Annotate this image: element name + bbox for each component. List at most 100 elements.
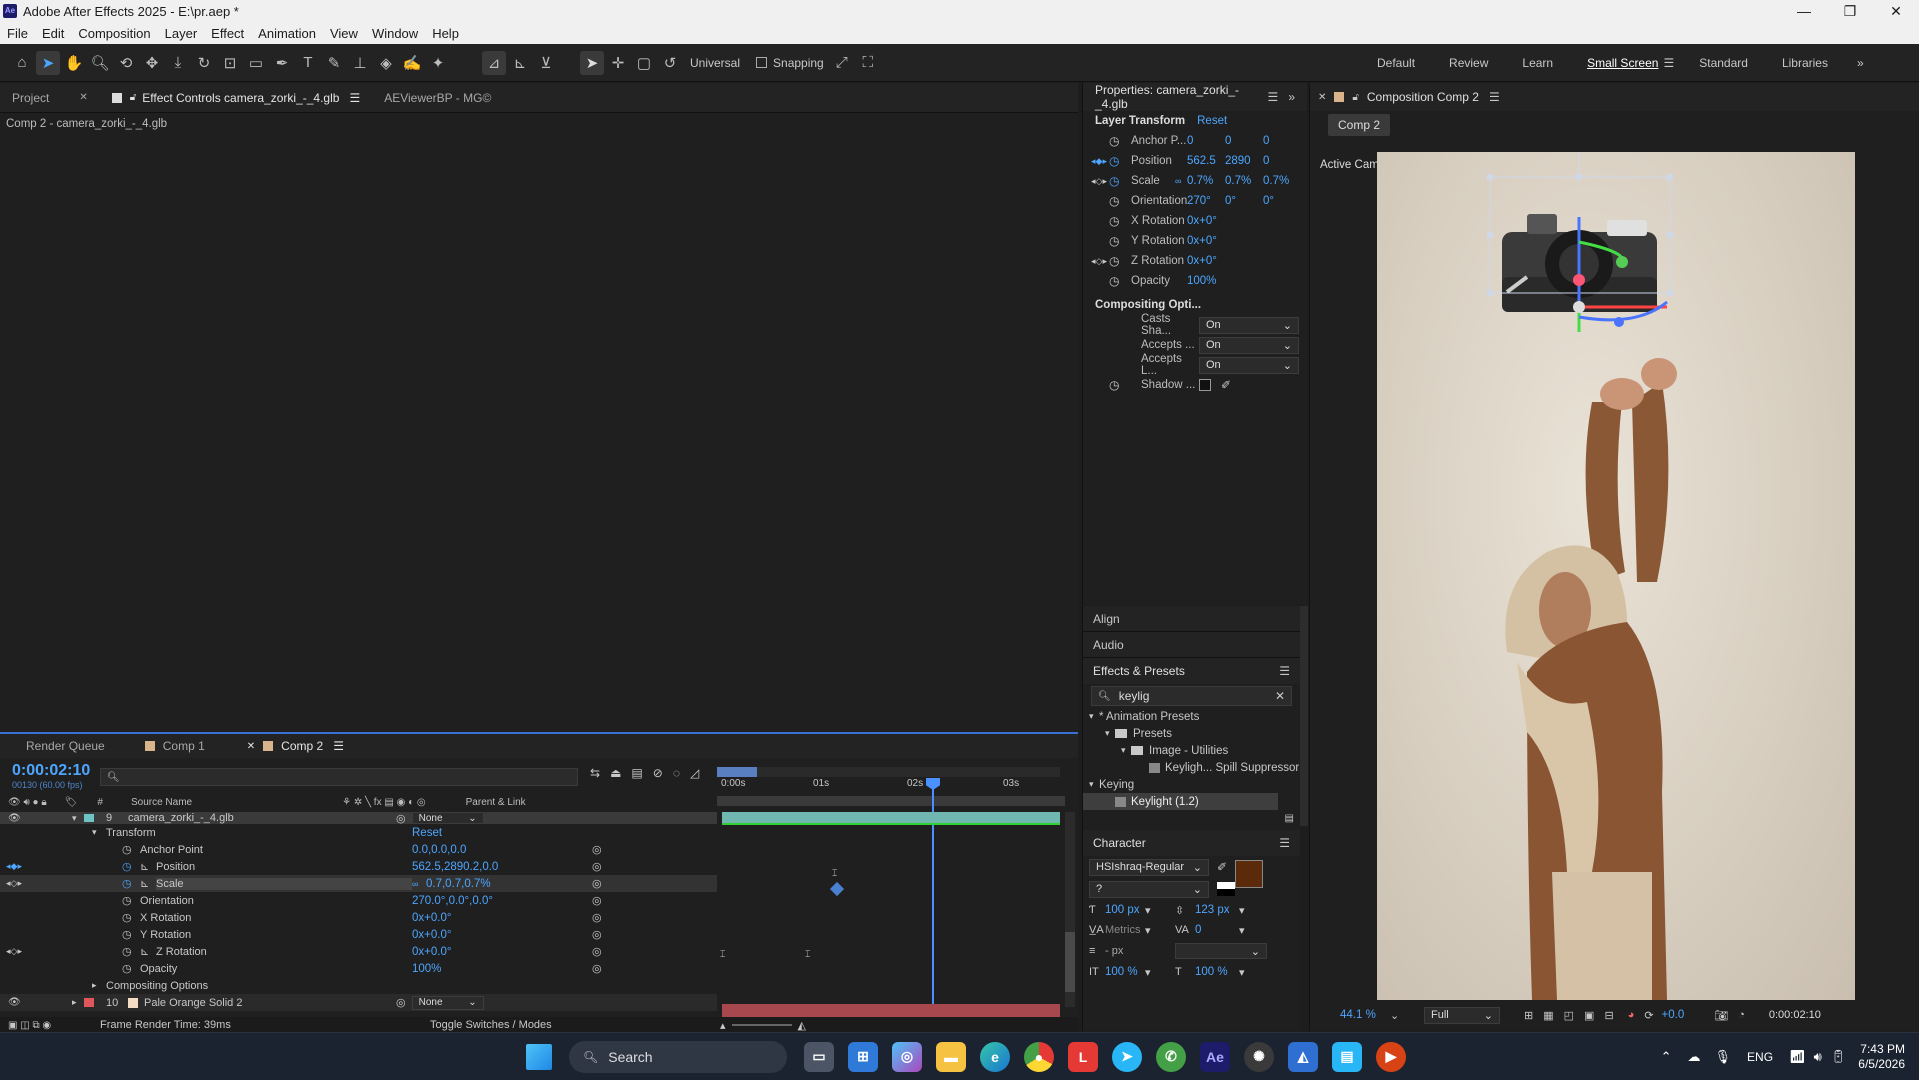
- tree-item[interactable]: ▾ * Animation Presets: [1083, 708, 1300, 725]
- shadow-color-swatch[interactable]: [1199, 379, 1211, 391]
- stopwatch-icon[interactable]: ◷: [1109, 154, 1131, 168]
- font-size-value[interactable]: 100 px: [1105, 904, 1145, 916]
- region-of-interest-icon[interactable]: ⊞: [1524, 1009, 1533, 1022]
- tl-prop-value[interactable]: 0x+0.0°: [412, 912, 592, 924]
- pickwhip-icon[interactable]: ◎: [592, 911, 602, 924]
- font-style-select[interactable]: ? ⌄: [1089, 880, 1209, 898]
- prop-value[interactable]: 270°: [1187, 195, 1225, 207]
- type-tool-icon[interactable]: T: [296, 51, 320, 75]
- tl-prop-value[interactable]: 0x+0.0°: [412, 946, 592, 958]
- language-indicator[interactable]: ENG: [1747, 1050, 1773, 1064]
- wifi-icon[interactable]: 📶︎: [1789, 1049, 1806, 1065]
- accepts-shadows-select[interactable]: On ⌄: [1199, 336, 1299, 354]
- work-area-bar[interactable]: [717, 767, 1060, 777]
- snapping-checkbox[interactable]: [756, 57, 768, 68]
- prop-value[interactable]: 0x+0°: [1187, 215, 1217, 227]
- menu-help[interactable]: Help: [425, 26, 466, 41]
- motion-blur-icon[interactable]: ◌: [673, 766, 680, 780]
- shy-layers-icon[interactable]: ▤: [631, 766, 642, 780]
- stopwatch-icon[interactable]: ◷: [122, 962, 140, 975]
- menu-effect[interactable]: Effect: [204, 26, 251, 41]
- tree-item[interactable]: ▾ Presets: [1083, 725, 1300, 742]
- zoom-out-icon[interactable]: ▴: [720, 1019, 726, 1032]
- eye-icon[interactable]: 👁︎: [8, 813, 72, 824]
- volume-icon[interactable]: 🔊︎: [1814, 1049, 1822, 1065]
- comp-2-tab[interactable]: Comp 2: [1328, 114, 1391, 136]
- tab-comp-2[interactable]: ✕ Comp 2 ☰: [217, 734, 356, 758]
- pan-behind-icon[interactable]: ⊡: [218, 51, 242, 75]
- label-color-icon[interactable]: [84, 998, 94, 1007]
- workspace-overflow-icon[interactable]: »: [1857, 56, 1864, 70]
- hand-tool-icon[interactable]: ✋: [62, 51, 86, 75]
- align-panel-header[interactable]: Align: [1083, 606, 1300, 632]
- stopwatch-icon[interactable]: ◷: [122, 911, 140, 924]
- scale-icon[interactable]: ▢: [632, 51, 656, 75]
- panel-overflow-icon[interactable]: »: [1288, 90, 1295, 104]
- transform-group-row[interactable]: ▾ Transform Reset: [0, 824, 717, 841]
- graph-editor-icon[interactable]: ◿: [690, 766, 699, 780]
- after-effects-taskbar-icon[interactable]: Ae: [1200, 1041, 1230, 1072]
- pen-tool-icon[interactable]: ✒: [270, 51, 294, 75]
- prop-value[interactable]: 0x+0°: [1187, 255, 1217, 267]
- stroke-width-value[interactable]: - px: [1105, 945, 1175, 957]
- tl-prop-value[interactable]: 0x+0.0°: [412, 929, 592, 941]
- layer-row-9[interactable]: 👁︎ ▾ 9 camera_zorki_-_4.glb ◎ None ⌄: [0, 812, 717, 824]
- timeline-scrollbar[interactable]: [1065, 812, 1075, 1007]
- keyframe-nav-icon[interactable]: ◂◇▸: [1091, 256, 1109, 267]
- tree-item[interactable]: ▾ Image - Utilities: [1083, 742, 1300, 759]
- stopwatch-icon[interactable]: ◷: [1109, 174, 1131, 188]
- battery-icon[interactable]: 🔋︎: [1830, 1049, 1847, 1065]
- whatsapp-icon[interactable]: ✆: [1156, 1041, 1186, 1072]
- zoom-tool-icon[interactable]: 🔍︎: [88, 51, 112, 75]
- compositing-options-row[interactable]: ▸ Compositing Options: [0, 977, 717, 994]
- tl-prop-value[interactable]: 100%: [412, 963, 592, 975]
- tracking-value[interactable]: 0: [1195, 924, 1239, 936]
- graph-icon[interactable]: ⊾: [140, 877, 156, 890]
- tab-effect-controls[interactable]: 🔓︎ Effect Controls camera_zorki_-_4.glb ☰: [100, 83, 372, 113]
- taskbar-search[interactable]: 🔍︎ Search: [569, 1040, 787, 1073]
- stopwatch-icon[interactable]: ◷: [1109, 234, 1131, 248]
- comp-timecode[interactable]: 0:00:02:10: [1769, 1009, 1821, 1021]
- notepad-icon[interactable]: ▤: [1332, 1041, 1362, 1072]
- composition-viewport[interactable]: [1377, 152, 1855, 1000]
- chevron-down-icon[interactable]: ▾: [1121, 745, 1131, 756]
- stopwatch-icon[interactable]: ◷: [1109, 214, 1131, 228]
- prop-value[interactable]: 0.7%: [1225, 175, 1263, 187]
- telegram-icon[interactable]: ➤: [1112, 1041, 1142, 1072]
- workspace-libraries[interactable]: Libraries: [1765, 56, 1845, 70]
- source-name-header[interactable]: Source Name: [131, 797, 192, 808]
- stopwatch-icon[interactable]: ◷: [122, 877, 140, 890]
- tab-aeviewer[interactable]: AEViewerBP - MG©: [372, 83, 503, 113]
- menu-edit[interactable]: Edit: [35, 26, 71, 41]
- close-icon[interactable]: ✕: [1873, 3, 1919, 20]
- new-item-icon[interactable]: ▤: [1285, 813, 1294, 824]
- move-icon[interactable]: ✛: [606, 51, 630, 75]
- world-axis-icon[interactable]: ⊾: [508, 51, 532, 75]
- prop-value[interactable]: 0x+0°: [1187, 235, 1217, 247]
- brush-tool-icon[interactable]: ✎: [322, 51, 346, 75]
- workspace-menu-icon[interactable]: ☰: [1663, 56, 1674, 70]
- cloud-icon[interactable]: ☁: [1688, 1049, 1701, 1065]
- mask-visibility-icon[interactable]: ◰: [1564, 1009, 1574, 1022]
- snap-expand-icon[interactable]: ⛶: [856, 51, 880, 75]
- prop-value[interactable]: 0: [1187, 135, 1225, 147]
- eyedropper-icon[interactable]: ✐: [1221, 378, 1231, 392]
- file-explorer-icon[interactable]: ▬: [936, 1041, 966, 1072]
- accepts-lights-select[interactable]: On ⌄: [1199, 356, 1299, 374]
- tl-prop-value[interactable]: 0.7,0.7,0.7%: [426, 878, 592, 890]
- tree-item-selected[interactable]: Keylight (1.2): [1083, 793, 1278, 810]
- minimize-icon[interactable]: —: [1781, 3, 1827, 19]
- resolution-select[interactable]: Full ⌄: [1424, 1006, 1500, 1024]
- pickwhip-icon[interactable]: ◎: [592, 877, 602, 890]
- effects-search-box[interactable]: 🔍︎ keylig ✕: [1091, 686, 1292, 706]
- horizontal-scale-value[interactable]: 100 %: [1195, 966, 1239, 978]
- audio-panel-header[interactable]: Audio: [1083, 632, 1300, 658]
- menu-view[interactable]: View: [323, 26, 365, 41]
- tab-render-queue[interactable]: Render Queue: [0, 734, 117, 758]
- prop-value[interactable]: 0: [1263, 135, 1293, 147]
- menu-composition[interactable]: Composition: [71, 26, 157, 41]
- keyframe-nav-icon[interactable]: ◂◇▸: [6, 946, 122, 957]
- graph-icon[interactable]: ⊾: [140, 945, 156, 958]
- side-panel-scrollbar[interactable]: [1300, 606, 1308, 826]
- chevron-down-icon[interactable]: ▾: [1239, 966, 1245, 979]
